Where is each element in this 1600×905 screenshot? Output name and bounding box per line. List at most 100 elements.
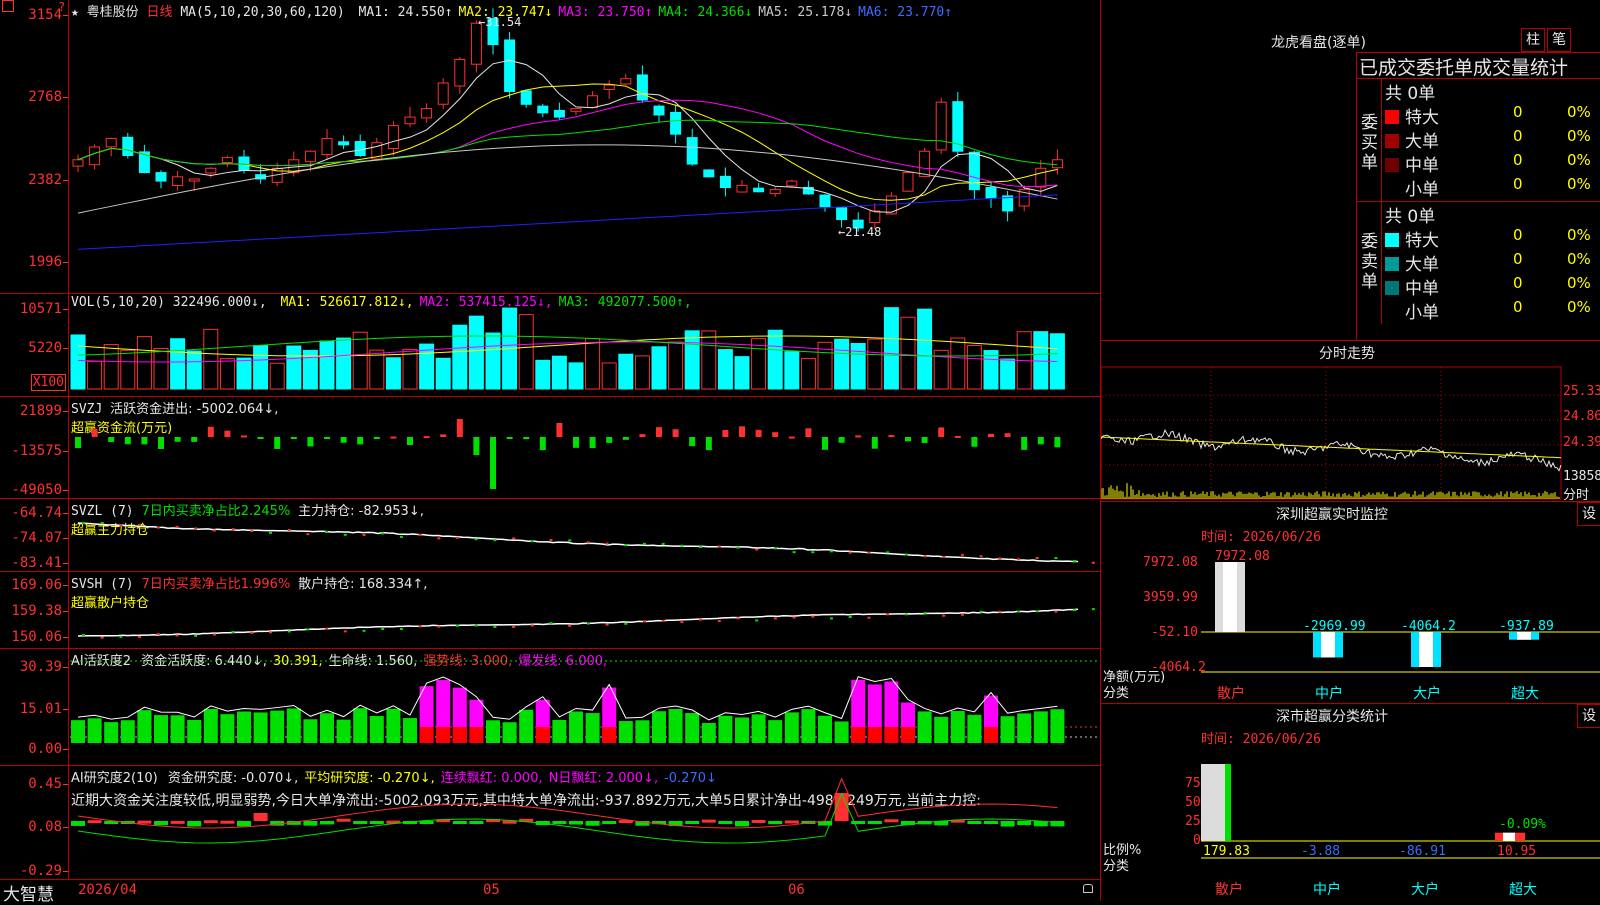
intraday-panel[interactable]: 分时走势 25.33 24.86 24.39 13858 分时 <box>1100 340 1600 503</box>
holding-dot <box>82 521 85 524</box>
flow-bar <box>191 437 198 442</box>
ai1-tick: 30.39 <box>19 659 69 675</box>
holding-dot <box>923 611 927 614</box>
vol-bar <box>153 347 169 390</box>
ai-active-chart[interactable] <box>70 649 1100 764</box>
buy-row: 小单 0 0% <box>1385 175 1600 200</box>
holding-dot <box>269 631 272 634</box>
candle-body <box>122 136 134 156</box>
flow-bar <box>390 436 397 439</box>
active-bar <box>635 720 650 743</box>
sell-block: 委 卖 单 共 0单 特大 0 0% 大单 0 0% 中单 0 0% 小单 0 0% <box>1357 202 1600 324</box>
sz-class-chart[interactable]: 179.83 散户 -3.88 中户 -86.91 大户 10.95 超大 -0.09% <box>1101 704 1600 901</box>
side-char: 委 <box>1361 232 1378 252</box>
research-bar <box>452 821 467 824</box>
app-logo: 大智慧 <box>3 885 54 905</box>
flow-bar <box>905 437 911 442</box>
flow-bar <box>290 437 297 440</box>
kline-chart[interactable]: ←31.54 ←21.48 <box>70 0 1100 293</box>
svsh-chart[interactable] <box>70 572 1100 647</box>
candle-body <box>570 108 582 112</box>
tick-mode-button[interactable]: 笔 <box>1547 28 1571 52</box>
active-bar-base <box>452 727 467 743</box>
order-type: 特大 <box>1405 108 1439 128</box>
holding-dot <box>512 537 516 540</box>
vol-bar <box>717 349 733 390</box>
vol-bar <box>568 362 584 390</box>
svzj-panel[interactable]: 21899 -13575 -49050 SVZJ 活跃资金进出: -5002.0… <box>0 397 1100 499</box>
class-bar-highlight <box>1503 832 1515 841</box>
candle-body <box>188 178 200 182</box>
ai-active-panel[interactable]: 30.39 15.01 0.00 AI活跃度2 资金活跃度: 6.440↓, 30… <box>0 649 1100 766</box>
research-line-g <box>77 792 1058 844</box>
holding-dot <box>998 610 1002 613</box>
order-type: 小单 <box>1405 303 1439 323</box>
monitor-bar-highlight <box>1223 562 1237 632</box>
ai-research-panel[interactable]: 0.45 0.08 -0.29 AI研究度2(10) 资金研究度: -0.070… <box>0 766 1100 879</box>
active-bar <box>585 713 600 743</box>
active-bar <box>1050 709 1065 743</box>
svzl-panel[interactable]: -64.74 -74.07 -83.41 SVZL (7) 7日内买卖净占比2.… <box>0 499 1100 572</box>
vol-bar <box>385 357 401 390</box>
candle-body <box>819 194 831 208</box>
holding-dot <box>1054 557 1058 560</box>
sz-class-panel[interactable]: 深市超赢分类统计 设 时间: 2026/06/26 75 50 25 0 比例%… <box>1100 703 1600 901</box>
sell-side-divider <box>1381 202 1382 324</box>
holding-dot <box>493 625 497 628</box>
side-char: 单 <box>1361 153 1378 173</box>
flow-bar <box>1021 437 1028 450</box>
research-bar <box>303 821 318 826</box>
svsh-tick: 159.38 <box>11 603 68 619</box>
flow-bar <box>788 436 795 439</box>
vol-tick: 5220 <box>28 340 68 356</box>
svzj-tick: -49050 <box>11 482 68 498</box>
vol-bar <box>966 345 982 390</box>
order-count: 0 <box>1513 250 1523 268</box>
flow-bar <box>75 437 81 449</box>
holding-dot <box>306 628 310 631</box>
intraday-chart[interactable] <box>1101 365 1600 501</box>
holding-dot <box>624 622 628 625</box>
research-bar <box>851 821 866 824</box>
side-char: 卖 <box>1361 252 1378 272</box>
holding-dot <box>643 620 646 623</box>
candle-body <box>72 159 84 167</box>
sz-monitor-panel[interactable]: 深圳超赢实时监控 设 时间: 2026/06/26 7972.08 3959.9… <box>1100 501 1600 704</box>
holding-dot <box>119 524 123 527</box>
svzj-chart[interactable] <box>70 397 1100 497</box>
price-tick: 2382 <box>28 172 68 188</box>
holding-dot <box>1073 609 1077 612</box>
candle-body <box>404 116 416 125</box>
holding-dot <box>736 617 740 620</box>
vol-bar <box>1033 331 1049 390</box>
ai-research-chart[interactable] <box>70 766 1100 879</box>
active-bar <box>237 711 251 743</box>
candle-body <box>670 111 682 135</box>
vol-bar <box>186 350 202 390</box>
holding-dot <box>1073 559 1077 562</box>
active-bar-base <box>436 727 451 743</box>
vol-chart[interactable] <box>70 294 1100 395</box>
vol-panel[interactable]: 10571 5220 X100 VOL(5,10,20) 322496.000↓… <box>0 294 1100 397</box>
lhb-box: 已成交委托单成交量统计 委 买 单 共 0单 特大 0 0% 大单 0 0% 中单 0 0% 小单… <box>1356 52 1600 341</box>
holding-dot <box>586 541 590 544</box>
kline-panel[interactable]: 3154 2768 2382 1996 ? ★ 粤桂股份 日线 MA(5,10,… <box>0 0 1100 294</box>
lock-icon[interactable] <box>1083 884 1093 893</box>
vol-bar <box>435 357 451 390</box>
bar-mode-button[interactable]: 柱 <box>1521 28 1545 52</box>
svsh-panel[interactable]: 169.06 159.38 150.06 SVSH (7) 7日内买卖净占比1.… <box>0 572 1100 649</box>
class-category-label: 超大 <box>1509 882 1537 898</box>
candle-body <box>387 125 399 149</box>
svzl-chart[interactable] <box>70 499 1100 570</box>
sz-monitor-chart[interactable]: 7972.08 散户 -2969.99 中户 -4064.2 大户 -937.89 超大 <box>1101 502 1600 704</box>
research-bar <box>253 813 268 821</box>
active-bar <box>502 722 517 743</box>
flow-bar <box>1054 437 1061 448</box>
vol-bar <box>784 351 800 390</box>
class-category-label: 大户 <box>1411 881 1439 898</box>
research-bar <box>569 821 583 825</box>
vol-bar <box>917 308 933 390</box>
menu-corner-icon[interactable] <box>2 0 14 12</box>
flow-bar <box>124 437 131 445</box>
vol-bar <box>634 355 650 390</box>
